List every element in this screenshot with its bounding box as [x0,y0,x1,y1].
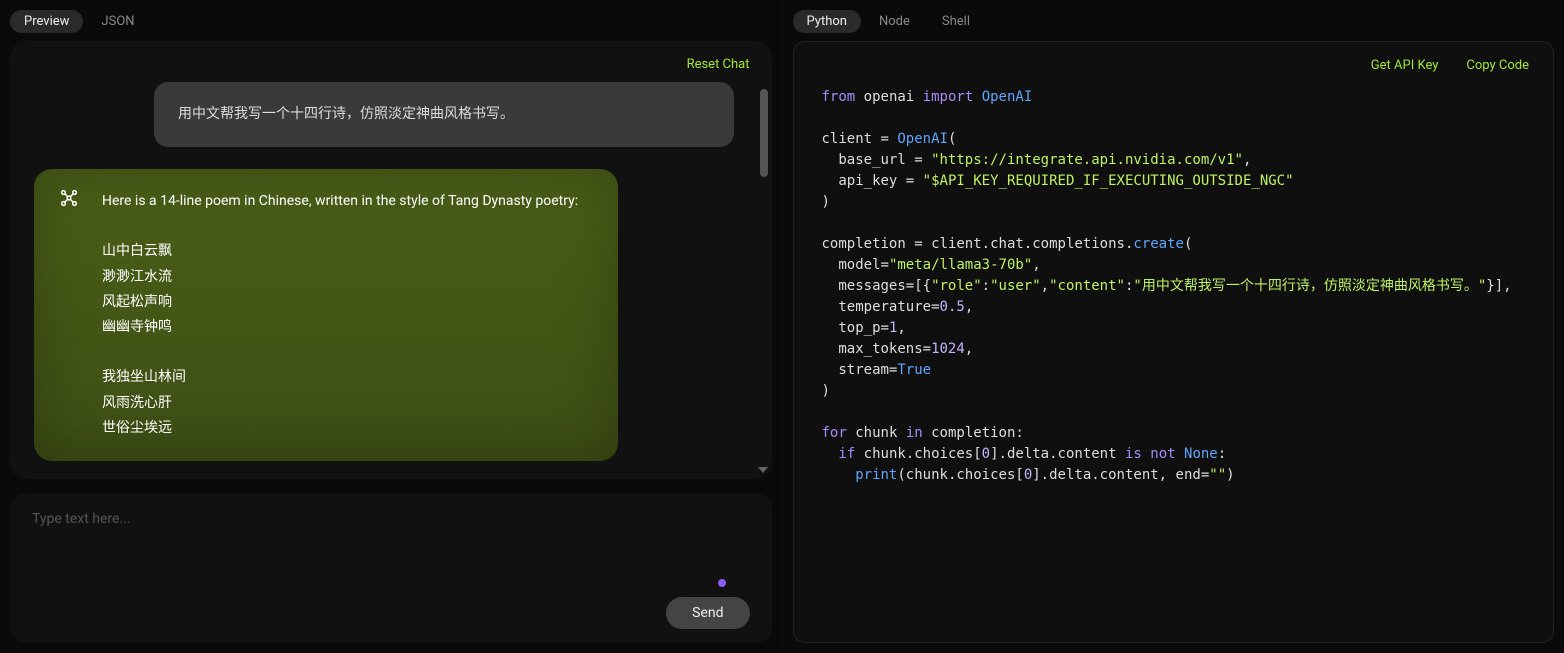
kw-if: if [838,446,855,462]
val-api-key: "$API_KEY_REQUIRED_IF_EXECUTING_OUTSIDE_… [923,173,1294,189]
arg-max-tokens: max_tokens= [838,341,931,357]
code-container: Get API Key Copy Code from openai import… [793,41,1555,643]
paren-close: ) [1226,467,1234,483]
tab-preview[interactable]: Preview [10,10,83,33]
kw-not: not [1150,446,1175,462]
val-temperature: 0.5 [940,299,965,315]
left-tabs: Preview JSON [10,10,772,41]
arg-base-url: base_url [838,152,905,168]
class-openai: OpenAI [982,89,1033,105]
var-completion: completion [822,236,906,252]
arg-api-key: api_key [838,173,897,189]
val-role: "user" [990,278,1041,294]
val-model: "meta/llama3-70b" [889,257,1032,273]
ai-message: Here is a 14-line poem in Chinese, writt… [34,169,618,461]
val-content: "用中文帮我写一个十四行诗，仿照淡定神曲风格书写。" [1133,278,1486,294]
tab-json[interactable]: JSON [87,10,148,33]
composer-input[interactable] [32,511,750,597]
module-openai: openai [864,89,915,105]
tab-python[interactable]: Python [793,10,861,33]
reset-chat-button[interactable]: Reset Chat [687,57,750,72]
send-button[interactable]: Send [666,597,749,629]
scroll-down-icon[interactable] [758,467,768,473]
call-chain: client.chat.completions. [931,236,1133,252]
scrollbar-thumb[interactable] [760,89,768,177]
val-base-url: "https://integrate.api.nvidia.com/v1" [931,152,1243,168]
val-top-p: 1 [889,320,897,336]
chat-header: Reset Chat [10,41,772,76]
chat-container: Reset Chat 用中文帮我写一个十四行诗，仿照淡定神曲风格书写。 Here… [10,41,772,479]
user-message: 用中文帮我写一个十四行诗，仿照淡定神曲风格书写。 [154,82,734,147]
copy-code-button[interactable]: Copy Code [1466,58,1529,73]
tab-shell[interactable]: Shell [928,10,984,33]
code-block[interactable]: from openai import OpenAI client = OpenA… [794,79,1554,642]
val-max-tokens: 1024 [931,341,965,357]
status-dot-icon [718,579,726,587]
arg-messages: messages=[{ [838,278,931,294]
key-role: "role" [931,278,982,294]
print-arg-tail: ].delta.content, end= [1032,467,1209,483]
var-client: client [822,131,873,147]
arg-top-p: top_p= [838,320,889,336]
var-completion-2: completion [931,425,1015,441]
num-zero: 0 [982,446,990,462]
fn-create: create [1133,236,1184,252]
tab-node[interactable]: Node [865,10,924,33]
ai-message-body: Here is a 14-line poem in Chinese, writt… [102,189,594,441]
kw-for: for [822,425,847,441]
code-pane: Python Node Shell Get API Key Copy Code … [783,0,1564,653]
expr-choices: chunk.choices[ [864,446,982,462]
get-api-key-button[interactable]: Get API Key [1371,58,1439,73]
code-toolbar: Get API Key Copy Code [794,42,1554,79]
kw-in: in [906,425,923,441]
print-arg-open: (chunk.choices[ [897,467,1023,483]
kw-import: import [923,89,974,105]
val-stream: True [897,362,931,378]
val-none: None [1184,446,1218,462]
composer-footer: Send [32,597,750,629]
ai-avatar-icon [58,187,80,209]
val-empty: "" [1209,467,1226,483]
key-content: "content" [1049,278,1125,294]
num-zero-2: 0 [1024,467,1032,483]
fn-print: print [855,467,897,483]
kw-is: is [1125,446,1142,462]
var-chunk: chunk [855,425,897,441]
arg-stream: stream= [838,362,897,378]
composer: Send [10,493,772,643]
expr-delta: ].delta.content [990,446,1116,462]
preview-pane: Preview JSON Reset Chat 用中文帮我写一个十四行诗，仿照淡… [0,0,783,653]
kw-from: from [822,89,856,105]
right-tabs: Python Node Shell [793,10,1555,41]
arg-temperature: temperature= [838,299,939,315]
messages-list: 用中文帮我写一个十四行诗，仿照淡定神曲风格书写。 Here is a 14-li… [10,76,772,479]
ctor-openai: OpenAI [897,131,948,147]
arg-model: model= [838,257,889,273]
